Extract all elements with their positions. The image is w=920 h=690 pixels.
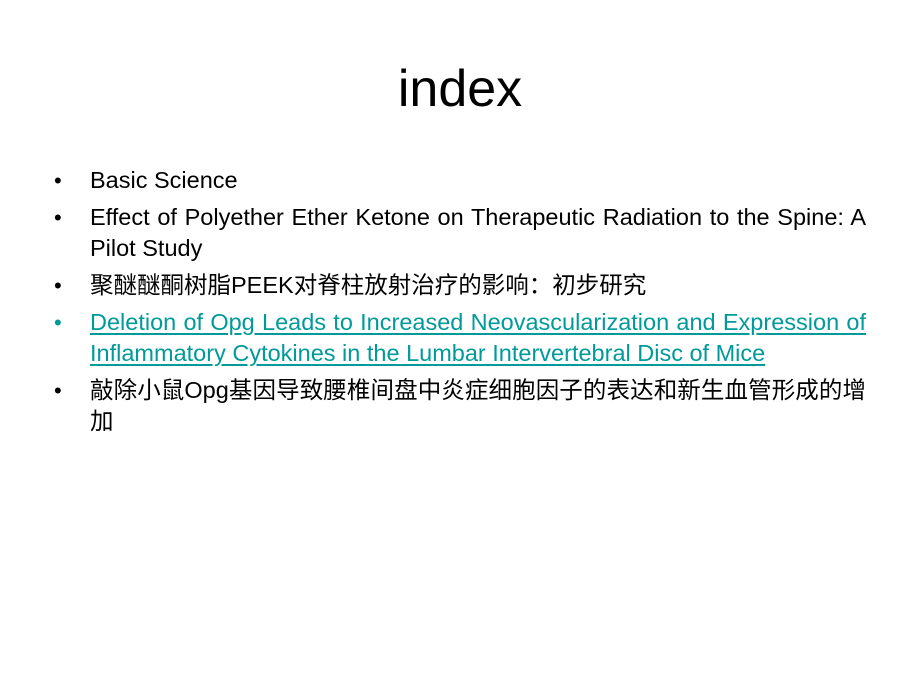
bullet-item-peek-study-zh: • 聚醚醚酮树脂PEEK对脊柱放射治疗的影响：初步研究	[54, 270, 866, 301]
bullet-icon: •	[54, 378, 62, 403]
bullet-item-peek-study-en: • Effect of Polyether Ether Ketone on Th…	[54, 202, 866, 264]
bullet-icon: •	[54, 310, 62, 335]
bullet-text: 敲除小鼠Opg基因导致腰椎间盘中炎症细胞因子的表达和新生血管形成的增加	[90, 377, 866, 434]
bullet-icon: •	[54, 273, 62, 298]
slide-title: index	[397, 60, 523, 118]
bullet-icon: •	[54, 205, 62, 230]
bullet-text: 聚醚醚酮树脂PEEK对脊柱放射治疗的影响：初步研究	[90, 272, 647, 298]
bullet-text: Effect of Polyether Ether Ketone on Ther…	[90, 204, 866, 261]
bullet-item-opg-deletion-zh: • 敲除小鼠Opg基因导致腰椎间盘中炎症细胞因子的表达和新生血管形成的增加	[54, 375, 866, 437]
bullet-item-basic-science: • Basic Science	[54, 165, 866, 196]
bullet-text: Basic Science	[90, 167, 238, 193]
opg-deletion-link[interactable]: Deletion of Opg Leads to Increased Neova…	[90, 309, 866, 366]
bullet-list: • Basic Science • Effect of Polyether Et…	[54, 165, 866, 443]
bullet-icon: •	[54, 168, 62, 193]
bullet-item-opg-deletion-en: • Deletion of Opg Leads to Increased Neo…	[54, 307, 866, 369]
